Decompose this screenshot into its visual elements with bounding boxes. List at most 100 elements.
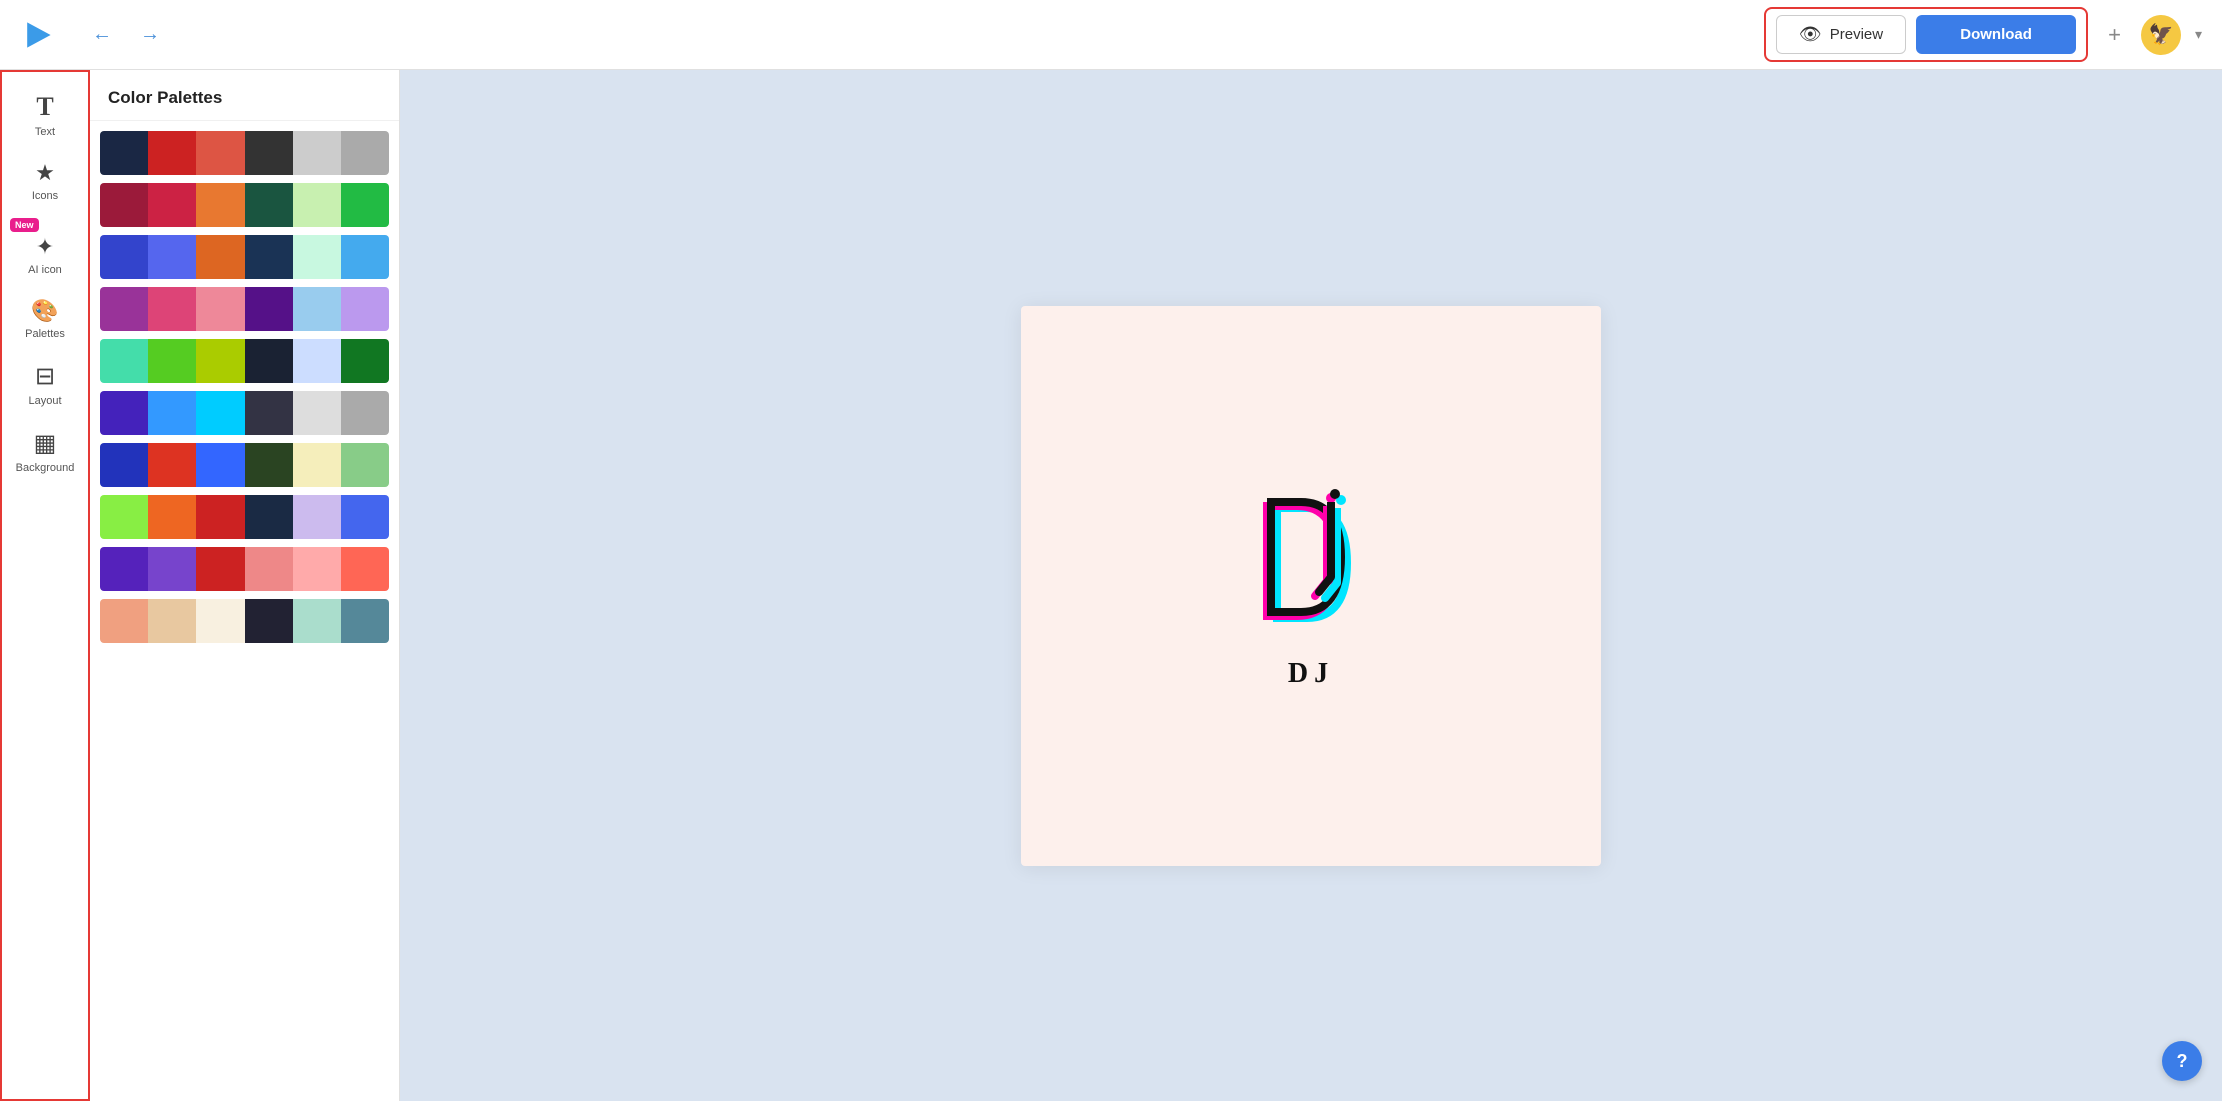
- new-badge: New: [10, 218, 39, 232]
- add-button[interactable]: +: [2100, 18, 2129, 52]
- canvas-board: DJ: [1021, 306, 1601, 866]
- palette-swatch: [293, 183, 341, 227]
- palette-swatch: [341, 183, 389, 227]
- palette-swatch: [245, 287, 293, 331]
- palette-swatch: [341, 235, 389, 279]
- palette-row[interactable]: [100, 599, 389, 643]
- palette-swatch: [100, 131, 148, 175]
- actions-box: 👁 Preview Download: [1764, 7, 2088, 62]
- palette-swatch: [293, 235, 341, 279]
- palette-swatch: [100, 391, 148, 435]
- palette-row[interactable]: [100, 183, 389, 227]
- palette-swatch: [148, 183, 196, 227]
- dj-logo: DJ: [1231, 482, 1391, 690]
- palette-swatch: [293, 131, 341, 175]
- palette-swatch: [245, 495, 293, 539]
- palette-swatch: [100, 287, 148, 331]
- palette-swatch: [196, 235, 244, 279]
- palette-row[interactable]: [100, 443, 389, 487]
- palettes-title: Color Palettes: [108, 88, 222, 107]
- palette-swatch: [100, 339, 148, 383]
- palette-row[interactable]: [100, 235, 389, 279]
- sidebar-item-icons-label: Icons: [32, 190, 58, 202]
- sidebar-item-layout-label: Layout: [28, 395, 61, 407]
- palette-swatch: [341, 495, 389, 539]
- palette-swatch: [196, 131, 244, 175]
- palette-swatch: [148, 443, 196, 487]
- palette-swatch: [100, 183, 148, 227]
- palette-swatch: [196, 391, 244, 435]
- palette-row[interactable]: [100, 339, 389, 383]
- sidebar-item-background[interactable]: ▦ Background: [6, 419, 84, 482]
- sidebar-item-layout[interactable]: ⊟ Layout: [6, 352, 84, 415]
- dj-text: DJ: [1288, 658, 1334, 690]
- palette-swatch: [196, 495, 244, 539]
- toolbar-right: 👁 Preview Download + 🦅 ▾: [1764, 7, 2202, 62]
- palette-row[interactable]: [100, 131, 389, 175]
- palettes-header: Color Palettes: [90, 70, 399, 121]
- palette-row[interactable]: [100, 391, 389, 435]
- help-icon: ?: [2177, 1051, 2188, 1072]
- palette-swatch: [245, 339, 293, 383]
- sidebar-item-text-label: Text: [35, 126, 55, 138]
- download-button[interactable]: Download: [1916, 15, 2076, 54]
- preview-button[interactable]: 👁 Preview: [1776, 15, 1906, 54]
- sidebar-item-palettes[interactable]: 🎨 Palettes: [6, 288, 84, 348]
- avatar-chevron-icon[interactable]: ▾: [2195, 26, 2202, 43]
- download-label: Download: [1960, 26, 2032, 43]
- palette-swatch: [245, 183, 293, 227]
- toolbar: ← → 👁 Preview Download + 🦅 ▾: [0, 0, 2222, 70]
- palette-swatch: [245, 391, 293, 435]
- palette-row[interactable]: [100, 547, 389, 591]
- palette-row[interactable]: [100, 287, 389, 331]
- palette-swatch: [148, 495, 196, 539]
- palette-swatch: [245, 443, 293, 487]
- palette-swatch: [341, 599, 389, 643]
- layout-icon: ⊟: [35, 362, 55, 391]
- palette-swatch: [148, 235, 196, 279]
- play-icon: [20, 17, 56, 53]
- star-icon: ★: [35, 160, 55, 186]
- sidebar-item-background-label: Background: [16, 462, 75, 474]
- logo[interactable]: [20, 17, 56, 53]
- ai-icon-icon: ✦: [36, 234, 54, 260]
- text-icon: T: [36, 92, 53, 122]
- palette-swatch: [293, 547, 341, 591]
- preview-label: Preview: [1830, 26, 1883, 43]
- sidebar-item-text[interactable]: T Text: [6, 82, 84, 146]
- palette-swatch: [245, 235, 293, 279]
- palette-swatch: [148, 547, 196, 591]
- left-sidebar: T Text ★ Icons New ✦ AI icon 🎨 Palettes …: [0, 70, 90, 1101]
- sidebar-item-icons[interactable]: ★ Icons: [6, 150, 84, 210]
- palette-swatch: [196, 287, 244, 331]
- palette-swatch: [341, 287, 389, 331]
- background-icon: ▦: [34, 429, 57, 458]
- palette-swatch: [100, 547, 148, 591]
- palette-swatch: [100, 235, 148, 279]
- palette-swatch: [148, 287, 196, 331]
- palette-swatch: [148, 131, 196, 175]
- palette-swatch: [293, 443, 341, 487]
- palette-swatch: [293, 391, 341, 435]
- palette-swatch: [148, 391, 196, 435]
- main-layout: T Text ★ Icons New ✦ AI icon 🎨 Palettes …: [0, 70, 2222, 1101]
- palette-row[interactable]: [100, 495, 389, 539]
- palette-swatch: [148, 339, 196, 383]
- palettes-panel: Color Palettes: [90, 70, 400, 1101]
- palette-swatch: [196, 443, 244, 487]
- palette-swatch: [148, 599, 196, 643]
- sidebar-item-ai-icon[interactable]: New ✦ AI icon: [6, 214, 84, 284]
- redo-button[interactable]: →: [132, 19, 168, 50]
- sidebar-item-ai-label: AI icon: [28, 264, 62, 276]
- palette-swatch: [293, 599, 341, 643]
- help-button[interactable]: ?: [2162, 1041, 2202, 1081]
- palette-swatch: [245, 599, 293, 643]
- palette-swatch: [341, 131, 389, 175]
- palettes-list: [90, 121, 399, 1101]
- palette-swatch: [100, 443, 148, 487]
- palette-swatch: [341, 547, 389, 591]
- palette-swatch: [245, 131, 293, 175]
- palette-swatch: [341, 391, 389, 435]
- undo-button[interactable]: ←: [84, 19, 120, 50]
- avatar[interactable]: 🦅: [2141, 15, 2181, 55]
